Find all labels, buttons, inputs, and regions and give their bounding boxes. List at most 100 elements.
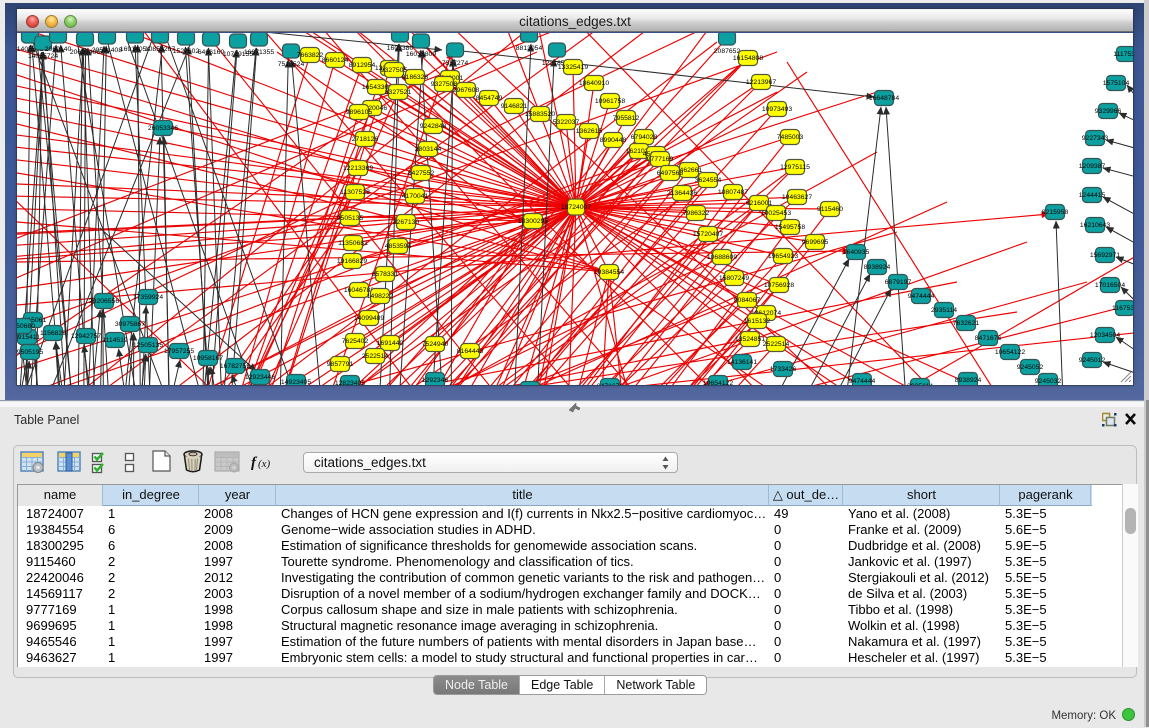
svg-text:9115460: 9115460 <box>817 206 843 213</box>
svg-text:8164443: 8164443 <box>457 348 484 355</box>
svg-text:14055724: 14055724 <box>28 53 58 60</box>
svg-text:12975115: 12975115 <box>780 164 810 171</box>
svg-text:6794028: 6794028 <box>631 134 658 141</box>
svg-text:1615132: 1615132 <box>744 318 771 325</box>
svg-text:9777169: 9777169 <box>647 156 674 163</box>
svg-text:14136141: 14136141 <box>727 359 757 366</box>
svg-text:12213369: 12213369 <box>343 165 373 172</box>
svg-text:6879197: 6879197 <box>885 279 912 286</box>
svg-text:9505195: 9505195 <box>17 349 43 356</box>
svg-text:7524940: 7524940 <box>422 341 449 348</box>
svg-text:15692971: 15692971 <box>1090 252 1120 259</box>
svg-text:10807487: 10807487 <box>718 189 748 196</box>
svg-text:13325419: 13325419 <box>558 64 588 71</box>
svg-text:2718126: 2718126 <box>352 136 379 143</box>
svg-text:16648784: 16648784 <box>869 95 899 102</box>
svg-text:9245052: 9245052 <box>1017 364 1044 371</box>
svg-text:8186328: 8186328 <box>402 74 429 81</box>
svg-text:1167534: 1167534 <box>1112 305 1133 312</box>
svg-text:8990448: 8990448 <box>600 137 627 144</box>
svg-text:14099489: 14099489 <box>354 315 384 322</box>
svg-text:1156829: 1156829 <box>40 330 66 337</box>
svg-text:10756928: 10756928 <box>764 282 794 289</box>
svg-text:16671355: 16671355 <box>244 49 274 56</box>
svg-text:12923446: 12923446 <box>245 374 275 381</box>
svg-text:21364436: 21364436 <box>667 190 697 197</box>
svg-text:3915411: 3915411 <box>17 334 40 341</box>
svg-text:8660124: 8660124 <box>322 57 349 64</box>
svg-text:1527602: 1527602 <box>173 48 200 55</box>
svg-text:8938924: 8938924 <box>955 377 982 384</box>
svg-text:15720407: 15720407 <box>693 231 723 238</box>
svg-text:16033809: 16033809 <box>406 51 436 58</box>
svg-text:15883520: 15883520 <box>525 111 555 118</box>
svg-text:2069140: 2069140 <box>45 46 72 53</box>
svg-text:1362615: 1362615 <box>576 128 603 135</box>
svg-text:2087652: 2087652 <box>714 48 741 55</box>
svg-text:2935114: 2935114 <box>907 383 933 385</box>
svg-text:12942757: 12942757 <box>71 333 101 340</box>
svg-text:9084067: 9084067 <box>734 297 761 304</box>
svg-text:8912954: 8912954 <box>349 62 376 69</box>
svg-text:26053346: 26053346 <box>148 125 178 132</box>
svg-text:8938924: 8938924 <box>864 264 891 271</box>
svg-text:15807249: 15807249 <box>719 275 749 282</box>
svg-text:7955812: 7955812 <box>613 115 640 122</box>
svg-text:10654122: 10654122 <box>995 349 1025 356</box>
svg-text:1117534: 1117534 <box>1113 51 1133 58</box>
svg-text:1691440: 1691440 <box>377 340 404 347</box>
svg-text:1244415: 1244415 <box>1079 192 1106 199</box>
svg-text:9245012: 9245012 <box>1079 357 1106 364</box>
svg-text:10973493: 10973493 <box>762 106 792 113</box>
svg-text:9699695: 9699695 <box>802 239 829 246</box>
svg-text:9242848: 9242848 <box>420 123 447 130</box>
svg-text:9474444: 9474444 <box>849 378 876 385</box>
svg-text:1733426: 1733426 <box>770 366 797 373</box>
svg-text:7625402: 7625402 <box>342 338 369 345</box>
svg-text:8471676: 8471676 <box>975 335 1002 342</box>
svg-text:1575104: 1575104 <box>1103 80 1130 87</box>
svg-text:2803144: 2803144 <box>415 146 442 153</box>
svg-text:4853594: 4853594 <box>385 243 412 250</box>
svg-text:19463627: 19463627 <box>782 194 812 201</box>
svg-text:3624554: 3624554 <box>695 177 722 184</box>
svg-text:7485003: 7485003 <box>777 134 804 141</box>
svg-text:18724007: 18724007 <box>561 204 591 211</box>
svg-text:18300295: 18300295 <box>518 218 548 225</box>
svg-text:1150680: 1150680 <box>17 323 35 330</box>
svg-text:9245032: 9245032 <box>1035 378 1062 385</box>
svg-text:8454749: 8454749 <box>476 95 503 102</box>
svg-text:7357274: 7357274 <box>442 60 469 67</box>
svg-text:18640910: 18640910 <box>579 80 609 87</box>
svg-text:19166829: 19166829 <box>337 258 367 265</box>
svg-text:7663822: 7663822 <box>297 52 324 59</box>
svg-text:9227343: 9227343 <box>1082 135 1109 142</box>
svg-text:10688609: 10688609 <box>707 254 737 261</box>
svg-text:8215958: 8215958 <box>1042 209 1069 216</box>
svg-text:4170041: 4170041 <box>402 193 429 200</box>
svg-text:12213967: 12213967 <box>746 79 776 86</box>
svg-text:10958167: 10958167 <box>193 355 223 362</box>
svg-text:9329966: 9329966 <box>1095 108 1122 115</box>
svg-text:9857791: 9857791 <box>327 361 354 368</box>
svg-text:6466160: 6466160 <box>198 49 225 56</box>
svg-text:16782759: 16782759 <box>220 363 250 370</box>
svg-text:8427552: 8427552 <box>408 170 435 177</box>
svg-text:8578331: 8578331 <box>372 271 399 278</box>
svg-text:1498222: 1498222 <box>367 293 394 300</box>
svg-text:8471676: 8471676 <box>597 383 624 385</box>
svg-text:3267130: 3267130 <box>393 219 420 226</box>
svg-text:2522514: 2522514 <box>362 353 389 360</box>
svg-text:8813054: 8813054 <box>516 45 543 52</box>
svg-text:9474444: 9474444 <box>908 293 935 300</box>
svg-text:11350681: 11350681 <box>338 240 368 247</box>
svg-text:10654122: 10654122 <box>703 380 733 385</box>
svg-text:20206556: 20206556 <box>89 298 119 305</box>
svg-text:10025453: 10025453 <box>761 210 791 217</box>
svg-text:1209387: 1209387 <box>1079 163 1106 170</box>
svg-text:11307528: 11307528 <box>340 189 370 196</box>
svg-text:10853267: 10853267 <box>145 46 175 53</box>
svg-text:5322037: 5322037 <box>553 119 580 126</box>
svg-text:16154808: 16154808 <box>733 55 763 62</box>
svg-text:2522514: 2522514 <box>763 341 790 348</box>
